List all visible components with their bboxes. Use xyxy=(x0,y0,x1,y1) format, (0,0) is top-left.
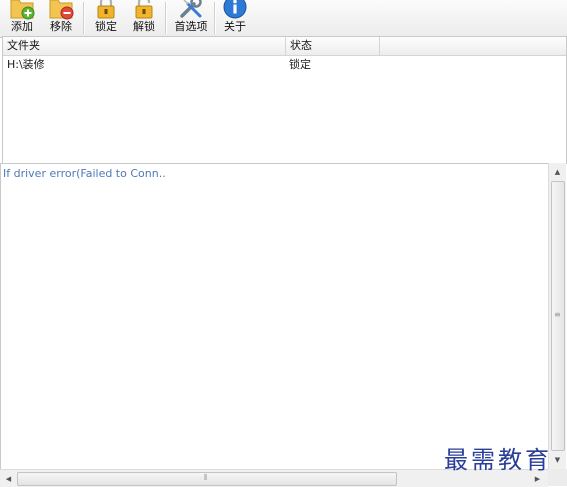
folder-path-cell: H:\装修 xyxy=(7,58,45,71)
thumb-grip-icon: ⦀ xyxy=(204,473,208,482)
toolbar-separator xyxy=(214,2,216,34)
watermark: 最需教育 xyxy=(444,446,552,474)
preferences-button[interactable]: 首选项 xyxy=(171,0,211,37)
scroll-down-arrow[interactable]: ▼ xyxy=(550,452,565,467)
about-button[interactable]: 关于 xyxy=(219,0,251,37)
folder-list[interactable]: 文件夹 状态 H:\装修 锁定 xyxy=(2,36,567,164)
log-panel[interactable]: If driver error(Failed to Conn.. xyxy=(0,163,548,470)
unlock-label: 解锁 xyxy=(133,20,155,33)
unlock-button[interactable]: 解锁 xyxy=(128,0,160,37)
folder-add-icon xyxy=(10,0,35,20)
remove-label: 移除 xyxy=(50,20,72,33)
horizontal-scroll-thumb[interactable]: ⦀ xyxy=(17,472,397,486)
column-header-folder[interactable]: 文件夹 xyxy=(3,37,286,55)
log-line: If driver error(Failed to Conn.. xyxy=(3,167,166,180)
add-label: 添加 xyxy=(11,20,33,33)
wrench-screwdriver-icon xyxy=(180,0,202,18)
table-row[interactable]: H:\装修 锁定 xyxy=(3,56,566,74)
status-cell: 锁定 xyxy=(289,58,311,71)
thumb-grip-icon: ≡ xyxy=(554,310,561,319)
toolbar-separator xyxy=(165,2,167,34)
folder-remove-icon xyxy=(49,0,74,20)
toolbar: 添加 移除 锁定 解锁 首选项 关于 xyxy=(0,0,567,38)
info-icon xyxy=(223,0,247,19)
scroll-up-arrow[interactable]: ▲ xyxy=(550,164,565,179)
lock-label: 锁定 xyxy=(95,20,117,33)
padlock-unlocked-icon xyxy=(135,0,153,19)
vertical-scroll-thumb[interactable]: ≡ xyxy=(551,181,565,451)
vertical-scrollbar[interactable]: ▲ ≡ ▼ xyxy=(548,163,566,469)
list-header: 文件夹 状态 xyxy=(3,37,566,56)
scroll-left-arrow[interactable]: ◀ xyxy=(1,471,16,486)
add-button[interactable]: 添加 xyxy=(5,0,39,37)
toolbar-separator xyxy=(83,2,85,34)
padlock-locked-icon xyxy=(97,0,115,19)
lock-button[interactable]: 锁定 xyxy=(90,0,122,37)
about-label: 关于 xyxy=(224,20,246,33)
column-header-status[interactable]: 状态 xyxy=(286,37,380,55)
preferences-label: 首选项 xyxy=(174,20,208,33)
remove-button[interactable]: 移除 xyxy=(44,0,78,37)
